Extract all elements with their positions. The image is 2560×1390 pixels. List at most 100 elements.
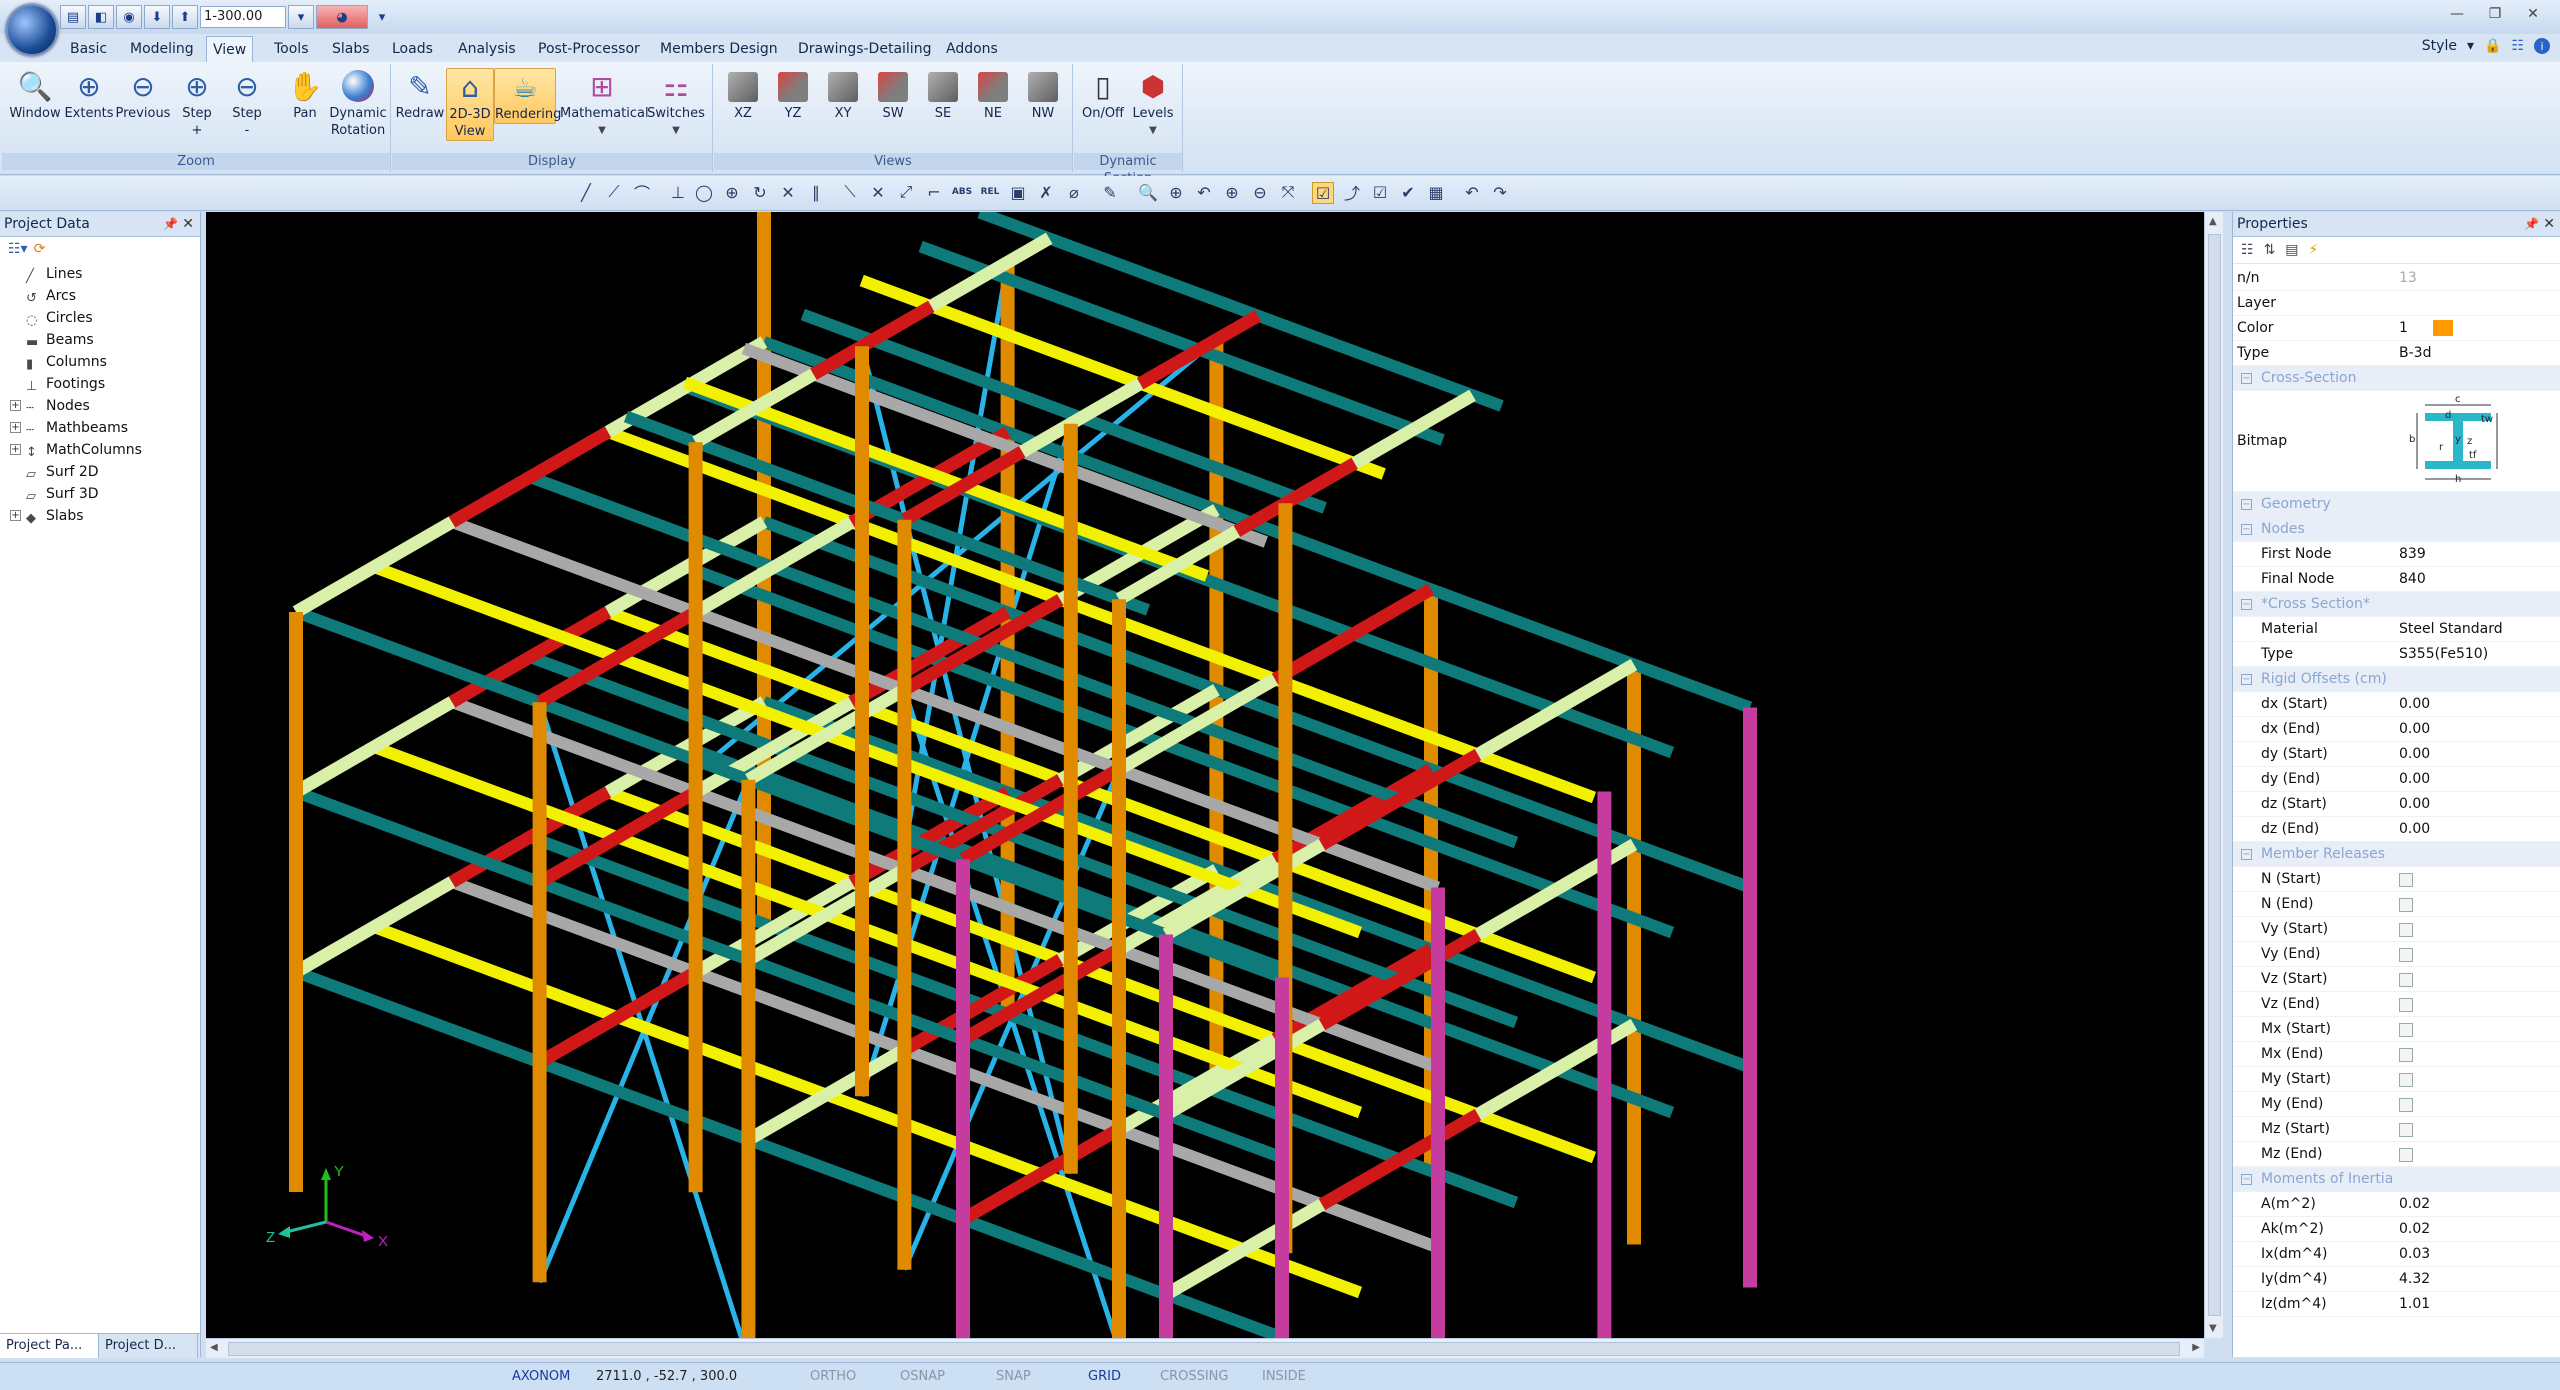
- events-icon[interactable]: ⚡: [2309, 242, 2319, 258]
- arrow-up-icon[interactable]: ⬆: [172, 5, 198, 29]
- abs-coords-icon[interactable]: ABS: [952, 182, 972, 202]
- property-row[interactable]: A(m^2) 0.02: [2233, 1192, 2560, 1217]
- property-value[interactable]: Steel Standard: [2399, 617, 2503, 641]
- property-row[interactable]: Vz (End): [2233, 992, 2560, 1017]
- property-row[interactable]: Mz (Start): [2233, 1117, 2560, 1142]
- window-select-icon[interactable]: ▣: [1008, 182, 1028, 202]
- tree-item-footings[interactable]: ⊥ Footings: [0, 373, 200, 395]
- girder[interactable]: [292, 876, 456, 978]
- girder[interactable]: [928, 232, 1053, 312]
- view-nw-button[interactable]: NW: [1020, 68, 1066, 122]
- tab-members-design[interactable]: Members Design: [654, 38, 784, 60]
- zoom-minus-icon[interactable]: ⊖: [1250, 182, 1270, 202]
- girder[interactable]: [810, 300, 935, 380]
- view-icon[interactable]: ◉: [116, 5, 142, 29]
- property-value[interactable]: 0.02: [2399, 1192, 2430, 1216]
- zoom-plus-icon[interactable]: ⊕: [1222, 182, 1242, 202]
- close-icon[interactable]: ✕: [2543, 212, 2555, 236]
- status-toggle-grid[interactable]: GRID: [1088, 1369, 1121, 1384]
- property-category[interactable]: − *Cross Section*: [2233, 592, 2560, 617]
- intersection-icon[interactable]: ✕: [778, 182, 798, 202]
- girder[interactable]: [1318, 1108, 1482, 1211]
- tree-item-slabs[interactable]: + ◆ Slabs: [0, 505, 200, 527]
- property-category[interactable]: − Geometry: [2233, 492, 2560, 517]
- section-on-off-button[interactable]: ▯ On/Off: [1078, 68, 1128, 122]
- tab-project-data[interactable]: Project D...: [99, 1334, 198, 1358]
- tab-tools[interactable]: Tools: [268, 38, 315, 60]
- property-value[interactable]: 4.32: [2399, 1267, 2430, 1291]
- view-sw-button[interactable]: SW: [870, 68, 916, 122]
- tree-item-columns[interactable]: ▮ Columns: [0, 351, 200, 373]
- tab-slabs[interactable]: Slabs: [326, 38, 376, 60]
- property-value[interactable]: B-3d: [2399, 341, 2431, 365]
- release-checkbox[interactable]: [2399, 923, 2413, 937]
- expand-icon[interactable]: +: [10, 510, 21, 521]
- close-icon[interactable]: ✕: [182, 212, 194, 236]
- polyline-tool-icon[interactable]: ⟋: [604, 182, 624, 202]
- girder[interactable]: [292, 516, 456, 618]
- tab-post-processor[interactable]: Post-Processor: [532, 38, 646, 60]
- release-checkbox[interactable]: [2399, 1073, 2413, 1087]
- collapse-icon[interactable]: −: [2241, 373, 2252, 384]
- zoom-step-in-button[interactable]: ⊕ Step +: [172, 68, 222, 139]
- property-value[interactable]: 0.00: [2399, 792, 2430, 816]
- rel-coords-icon[interactable]: REL: [980, 182, 1000, 202]
- property-row[interactable]: Color 1: [2233, 316, 2560, 341]
- property-category[interactable]: − Cross-Section: [2233, 366, 2560, 391]
- release-checkbox[interactable]: [2399, 873, 2413, 887]
- tree-view-icon[interactable]: ☷▾: [8, 241, 28, 257]
- grid-icon[interactable]: ▦: [1426, 182, 1446, 202]
- perpendicular-icon[interactable]: ⊥: [668, 182, 688, 202]
- property-value[interactable]: 0.03: [2399, 1242, 2430, 1266]
- beam[interactable]: [859, 274, 1386, 480]
- tree-item-circles[interactable]: ◌ Circles: [0, 307, 200, 329]
- view-ne-button[interactable]: NE: [970, 68, 1016, 122]
- scroll-up-icon[interactable]: ▲: [2209, 216, 2217, 227]
- property-row[interactable]: First Node 839: [2233, 542, 2560, 567]
- diagonal-icon[interactable]: ⟍: [840, 182, 860, 202]
- property-row[interactable]: Mz (End): [2233, 1142, 2560, 1167]
- property-value[interactable]: 1.01: [2399, 1292, 2430, 1316]
- vertical-scroll-thumb[interactable]: [2208, 234, 2221, 1316]
- status-toggle-crossing[interactable]: CROSSING: [1160, 1369, 1228, 1384]
- scale-dropdown-icon[interactable]: ▾: [288, 5, 314, 29]
- application-menu-button[interactable]: [6, 4, 58, 56]
- property-value[interactable]: S355(Fe510): [2399, 642, 2488, 666]
- section-levels-button[interactable]: ⬢ Levels ▼: [1128, 68, 1178, 139]
- release-checkbox[interactable]: [2399, 1098, 2413, 1112]
- property-row[interactable]: N (End): [2233, 892, 2560, 917]
- beam[interactable]: [918, 240, 1445, 446]
- rendering-button[interactable]: ☕ Rendering: [494, 68, 561, 124]
- delete-icon[interactable]: ✗: [1036, 182, 1056, 202]
- property-row[interactable]: N (Start): [2233, 867, 2560, 892]
- 2d-3d-view-button[interactable]: ⌂ 2D-3D View: [446, 68, 494, 141]
- zoom-extents-small-icon[interactable]: ⤧: [1278, 182, 1298, 202]
- expand-icon[interactable]: +: [10, 422, 21, 433]
- property-row[interactable]: Mx (End): [2233, 1042, 2560, 1067]
- property-value[interactable]: 0.00: [2399, 717, 2430, 741]
- property-row[interactable]: Iz(dm^4) 1.01: [2233, 1292, 2560, 1317]
- style-dropdown[interactable]: Style: [2422, 38, 2457, 54]
- tree-item-lines[interactable]: ╱ Lines: [0, 263, 200, 285]
- property-row[interactable]: Mx (Start): [2233, 1017, 2560, 1042]
- property-row[interactable]: My (End): [2233, 1092, 2560, 1117]
- color-swatch[interactable]: [2433, 320, 2453, 336]
- property-value[interactable]: 839: [2399, 542, 2426, 566]
- status-toggle-inside[interactable]: INSIDE: [1262, 1369, 1306, 1384]
- new-file-icon[interactable]: ▤: [60, 5, 86, 29]
- close-icon[interactable]: ✕: [2516, 4, 2550, 24]
- center-snap-icon[interactable]: ⊕: [722, 182, 742, 202]
- view-xy-button[interactable]: XY: [820, 68, 866, 122]
- beam[interactable]: [977, 212, 1504, 412]
- property-row[interactable]: Vy (End): [2233, 942, 2560, 967]
- property-value[interactable]: 1: [2399, 316, 2408, 340]
- property-row[interactable]: Layer: [2233, 291, 2560, 316]
- parallel-icon[interactable]: ∥: [806, 182, 826, 202]
- collapse-icon[interactable]: −: [2241, 524, 2252, 535]
- release-checkbox[interactable]: [2399, 1048, 2413, 1062]
- zoom-icon[interactable]: 🔍: [1138, 182, 1158, 202]
- collapse-icon[interactable]: −: [2241, 849, 2252, 860]
- scroll-left-icon[interactable]: ◀: [210, 1342, 218, 1353]
- property-row[interactable]: Ak(m^2) 0.02: [2233, 1217, 2560, 1242]
- girder[interactable]: [1162, 1198, 1326, 1301]
